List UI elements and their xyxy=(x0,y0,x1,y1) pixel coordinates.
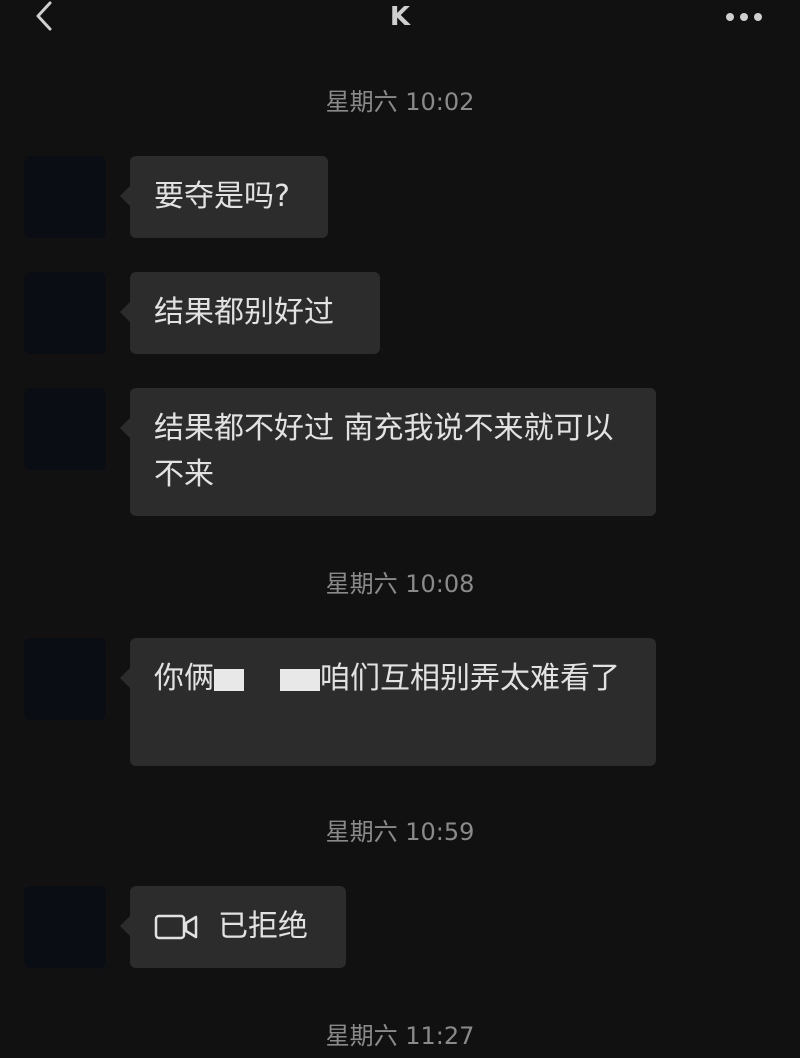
message-text-part: 咱们互相别弄太难看了 xyxy=(320,661,620,696)
message-bubble[interactable]: 结果都不好过 南充我说不来就可以不来 xyxy=(120,388,656,516)
avatar[interactable] xyxy=(24,886,106,968)
message-bubble[interactable]: 结果都别好过 xyxy=(120,272,380,354)
chat-title: K xyxy=(389,2,411,32)
redaction-block xyxy=(280,668,320,691)
message-text: 结果都别好过 xyxy=(154,295,334,330)
message-text: 你俩 咱们互相别弄太难看了 xyxy=(154,656,632,702)
timestamp: 星期六 10:08 xyxy=(325,570,475,598)
back-button[interactable] xyxy=(26,0,66,34)
message-bubble[interactable]: 你俩 咱们互相别弄太难看了 xyxy=(120,638,656,766)
message-text-part: 你俩 xyxy=(154,661,214,696)
message-bubble[interactable]: 要夺是吗? xyxy=(120,156,328,238)
timestamp: 星期六 10:02 xyxy=(325,88,475,116)
message-text: 结果都不好过 南充我说不来就可以不来 xyxy=(154,411,614,492)
video-call-icon xyxy=(154,914,198,940)
avatar[interactable] xyxy=(24,638,106,720)
timestamp: 星期六 11:27 xyxy=(325,1022,475,1050)
redaction-block xyxy=(214,668,244,691)
more-options-button[interactable] xyxy=(720,4,770,30)
timestamp: 星期六 10:59 xyxy=(325,818,475,846)
avatar[interactable] xyxy=(24,156,106,238)
more-dots-icon xyxy=(726,13,762,21)
avatar[interactable] xyxy=(24,388,106,470)
chevron-left-icon xyxy=(36,1,52,31)
call-status-text: 已拒绝 xyxy=(218,909,308,944)
chat-header: K xyxy=(0,0,800,40)
message-text: 要夺是吗? xyxy=(154,179,290,214)
avatar[interactable] xyxy=(24,272,106,354)
call-message-bubble[interactable]: 已拒绝 xyxy=(120,886,346,968)
